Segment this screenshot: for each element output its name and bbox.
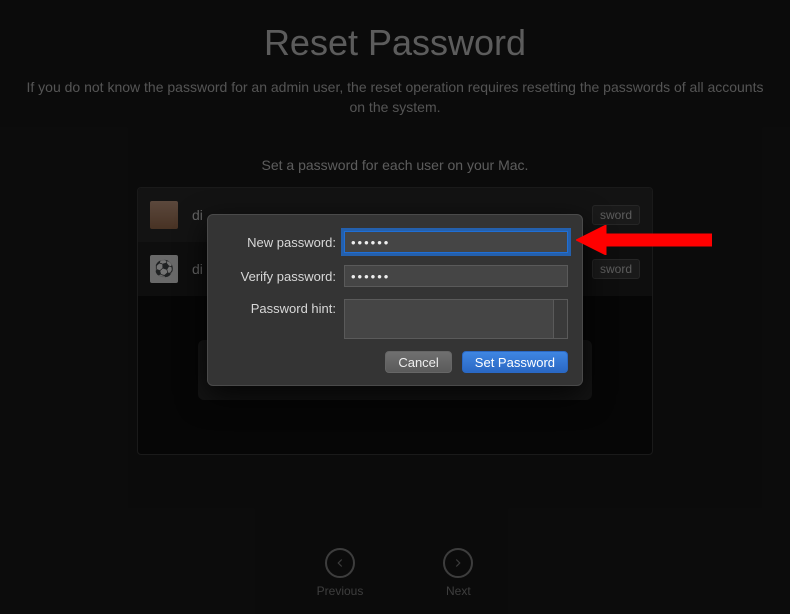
set-password-modal: New password: •••••• Verify password: ••… [207, 214, 583, 386]
page-prompt: Set a password for each user on your Mac… [0, 157, 790, 173]
cancel-button[interactable]: Cancel [385, 351, 451, 373]
nav-next[interactable]: Next [443, 548, 473, 598]
set-password-row-button[interactable]: sword [592, 259, 640, 279]
avatar: ⚽ [150, 255, 178, 283]
verify-password-input[interactable]: •••••• [344, 265, 568, 287]
password-hint-input[interactable] [344, 299, 554, 339]
arrow-right-icon [443, 548, 473, 578]
annotation-arrow-icon [576, 225, 712, 255]
nav-previous-label: Previous [317, 584, 364, 598]
new-password-input[interactable]: •••••• [344, 231, 568, 253]
nav-previous[interactable]: Previous [317, 548, 364, 598]
page-subtitle: If you do not know the password for an a… [0, 78, 790, 117]
set-password-row-button[interactable]: sword [592, 205, 640, 225]
bottom-nav: Previous Next [0, 548, 790, 598]
set-password-button[interactable]: Set Password [462, 351, 568, 373]
new-password-label: New password: [222, 235, 336, 250]
password-hint-key-button[interactable] [554, 299, 568, 339]
arrow-left-icon [325, 548, 355, 578]
avatar [150, 201, 178, 229]
nav-next-label: Next [446, 584, 471, 598]
password-hint-label: Password hint: [222, 299, 336, 316]
verify-password-label: Verify password: [222, 269, 336, 284]
page-title: Reset Password [0, 22, 790, 64]
